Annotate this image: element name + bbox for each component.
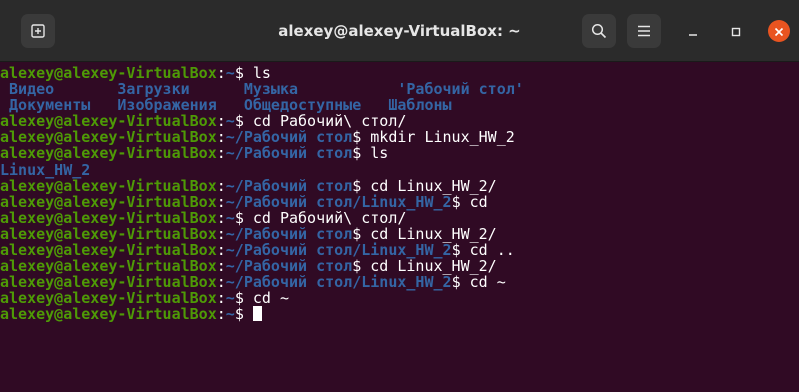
window-title: alexey@alexey-VirtualBox: ~ — [278, 22, 521, 40]
terminal-line: Документы Изображения Общедоступные Шабл… — [0, 97, 799, 113]
command-text: $ ls — [352, 144, 389, 163]
terminal-line: Linux_HW_2 — [0, 162, 799, 178]
close-icon — [774, 22, 784, 41]
close-button[interactable] — [768, 20, 790, 42]
command-text: $ cd — [451, 192, 488, 211]
terminal-line: alexey@alexey-VirtualBox:~/Рабочий стол$… — [0, 258, 799, 274]
maximize-icon — [731, 22, 741, 41]
terminal-line: alexey@alexey-VirtualBox:~/Рабочий стол$… — [0, 178, 799, 194]
hamburger-menu-icon — [637, 25, 651, 37]
terminal-line: alexey@alexey-VirtualBox:~/Рабочий стол/… — [0, 274, 799, 290]
terminal-line: alexey@alexey-VirtualBox:~/Рабочий стол$… — [0, 226, 799, 242]
command-text: : — [216, 305, 226, 324]
terminal-line: alexey@alexey-VirtualBox:~$ cd Рабочий\ … — [0, 210, 799, 226]
command-text: $ — [234, 305, 253, 324]
prompt-path: ~/Рабочий стол — [225, 144, 353, 163]
prompt-path: ~ — [225, 305, 235, 324]
terminal-window: alexey@alexey-VirtualBox: ~ alexey@alexe… — [0, 0, 799, 392]
terminal-line: alexey@alexey-VirtualBox:~/Рабочий стол/… — [0, 242, 799, 258]
search-icon — [591, 23, 607, 39]
minimize-icon — [688, 22, 698, 41]
terminal-line: alexey@alexey-VirtualBox:~$ cd ~ — [0, 290, 799, 306]
terminal-line: alexey@alexey-VirtualBox:~$ — [0, 306, 799, 322]
minimize-button[interactable] — [684, 22, 702, 40]
terminal-output[interactable]: alexey@alexey-VirtualBox:~$ ls Видео Заг… — [0, 63, 799, 392]
terminal-line: alexey@alexey-VirtualBox:~/Рабочий стол$… — [0, 129, 799, 145]
terminal-line: alexey@alexey-VirtualBox:~/Рабочий стол$… — [0, 145, 799, 161]
search-button[interactable] — [582, 14, 616, 48]
terminal-line: Видео Загрузки Музыка 'Рабочий стол' — [0, 81, 799, 97]
command-text: $ cd ~ — [451, 273, 506, 292]
terminal-line: alexey@alexey-VirtualBox:~/Рабочий стол/… — [0, 194, 799, 210]
terminal-line: alexey@alexey-VirtualBox:~$ ls — [0, 65, 799, 81]
maximize-button[interactable] — [727, 22, 745, 40]
command-text: : — [216, 144, 226, 163]
menu-button[interactable] — [627, 14, 661, 48]
title-bar: alexey@alexey-VirtualBox: ~ — [0, 0, 799, 62]
prompt-user: alexey@alexey-VirtualBox — [0, 305, 217, 324]
terminal-line: alexey@alexey-VirtualBox:~$ cd Рабочий\ … — [0, 113, 799, 129]
terminal-cursor — [252, 306, 262, 322]
